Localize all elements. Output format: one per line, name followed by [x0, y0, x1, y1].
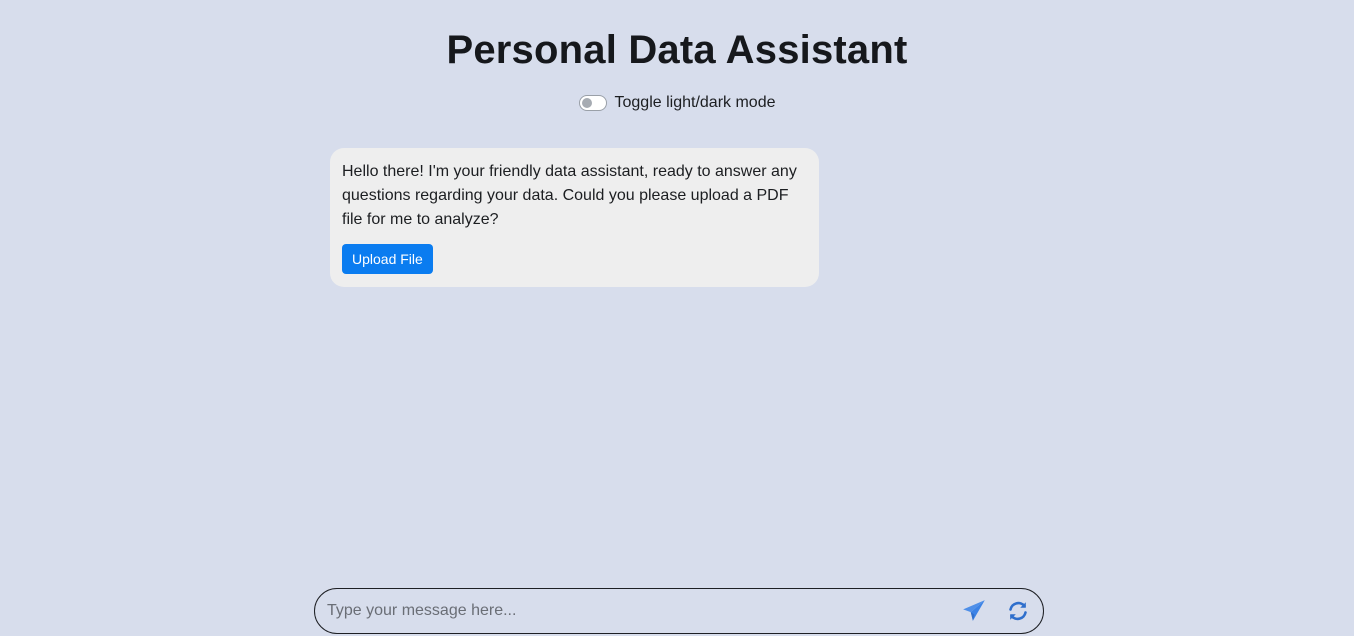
page-title: Personal Data Assistant [446, 28, 908, 72]
paper-plane-icon [963, 600, 985, 621]
app-root: Personal Data Assistant Toggle light/dar… [0, 0, 1354, 636]
assistant-message: Hello there! I'm your friendly data assi… [330, 148, 819, 287]
assistant-message-text: Hello there! I'm your friendly data assi… [342, 163, 797, 228]
message-composer [314, 588, 1044, 634]
send-button[interactable] [959, 596, 989, 626]
refresh-button[interactable] [1003, 596, 1033, 626]
switch-knob [581, 98, 592, 108]
refresh-icon [1009, 601, 1027, 621]
theme-toggle[interactable]: Toggle light/dark mode [0, 94, 1354, 112]
upload-file-button[interactable]: Upload File [342, 244, 433, 274]
message-input[interactable] [327, 596, 945, 626]
theme-toggle-label: Toggle light/dark mode [614, 94, 776, 111]
theme-switch[interactable] [578, 95, 607, 111]
